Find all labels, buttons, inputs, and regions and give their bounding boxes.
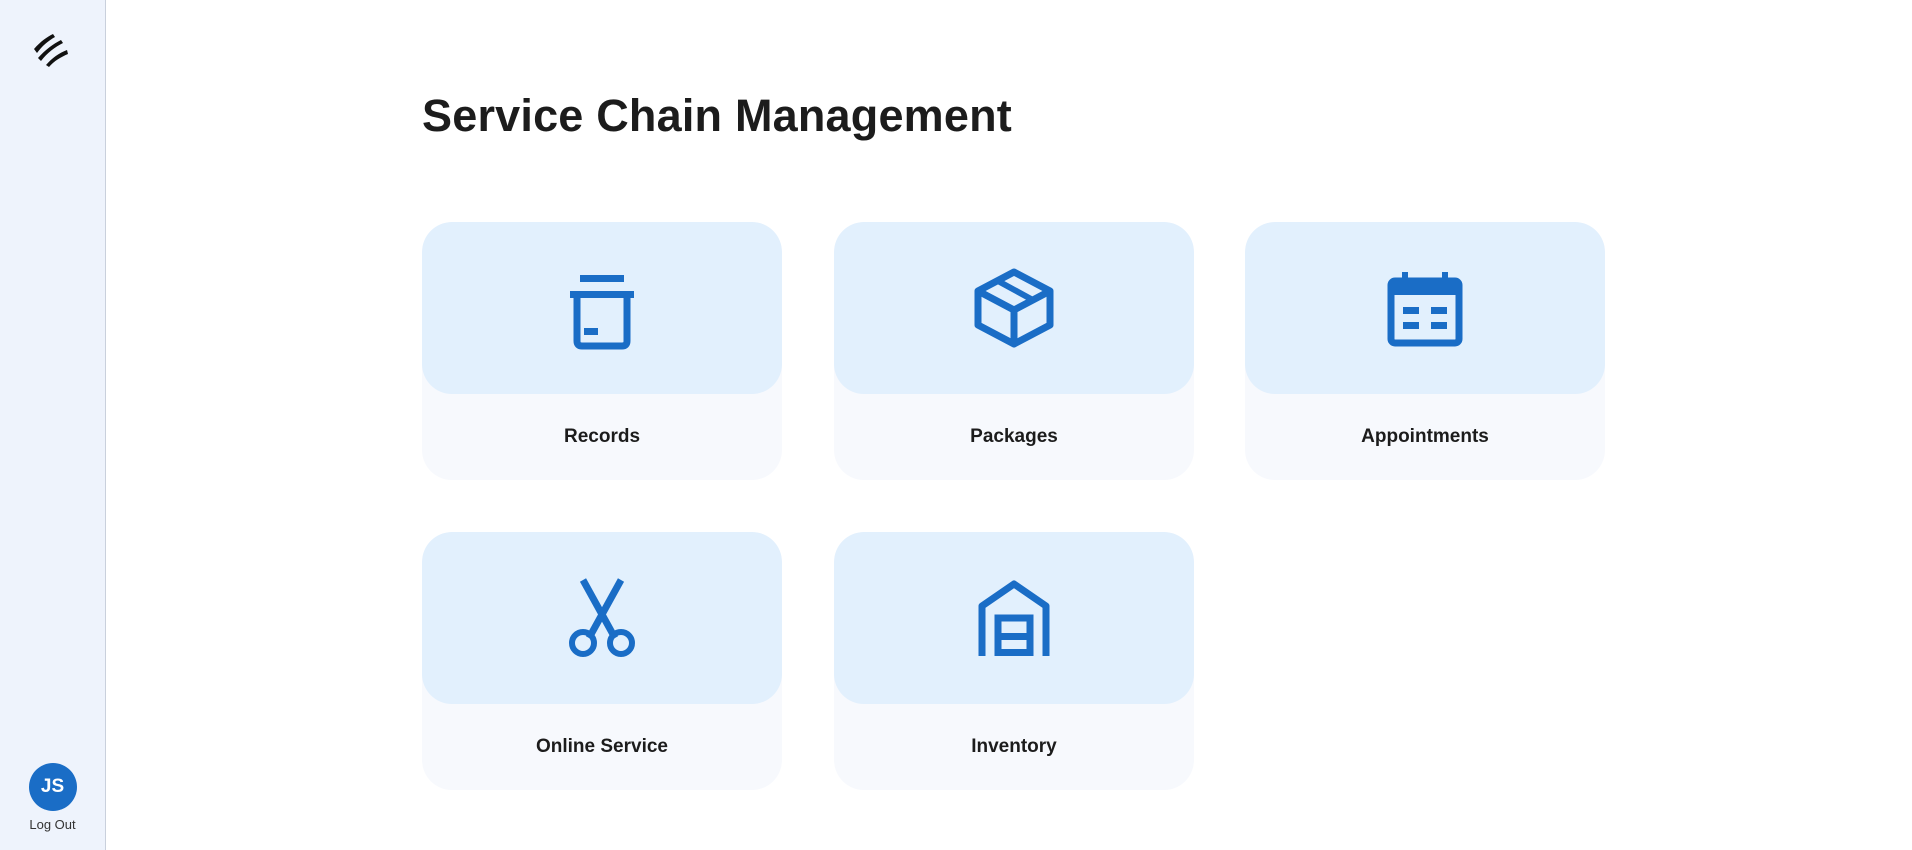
card-icon-area xyxy=(834,532,1194,704)
card-inventory[interactable]: Inventory xyxy=(834,532,1194,790)
card-label: Online Service xyxy=(535,736,668,757)
card-label: Inventory xyxy=(971,736,1057,757)
warehouse-icon xyxy=(972,576,1056,660)
card-records[interactable]: Records xyxy=(422,222,782,480)
package-icon xyxy=(972,266,1056,350)
page-title: Service Chain Management xyxy=(422,90,1012,141)
logo-icon[interactable] xyxy=(31,31,71,67)
archive-box-icon xyxy=(560,266,644,350)
avatar[interactable]: JS xyxy=(28,763,77,811)
card-icon-area xyxy=(834,222,1194,394)
card-icon-area xyxy=(422,532,782,704)
card-label: Packages xyxy=(970,426,1058,447)
user-menu: JS Log Out xyxy=(0,763,105,832)
logout-link[interactable]: Log Out xyxy=(29,817,75,832)
card-icon-area xyxy=(422,222,782,394)
calendar-icon xyxy=(1383,266,1467,350)
scissors-icon xyxy=(560,576,644,660)
card-icon-area xyxy=(1245,222,1605,394)
card-label: Appointments xyxy=(1361,426,1489,447)
card-appointments[interactable]: Appointments xyxy=(1245,222,1605,480)
card-online-service[interactable]: Online Service xyxy=(422,532,782,790)
sidebar: JS Log Out xyxy=(0,0,106,850)
card-label: Records xyxy=(563,426,641,447)
card-packages[interactable]: Packages xyxy=(834,222,1194,480)
